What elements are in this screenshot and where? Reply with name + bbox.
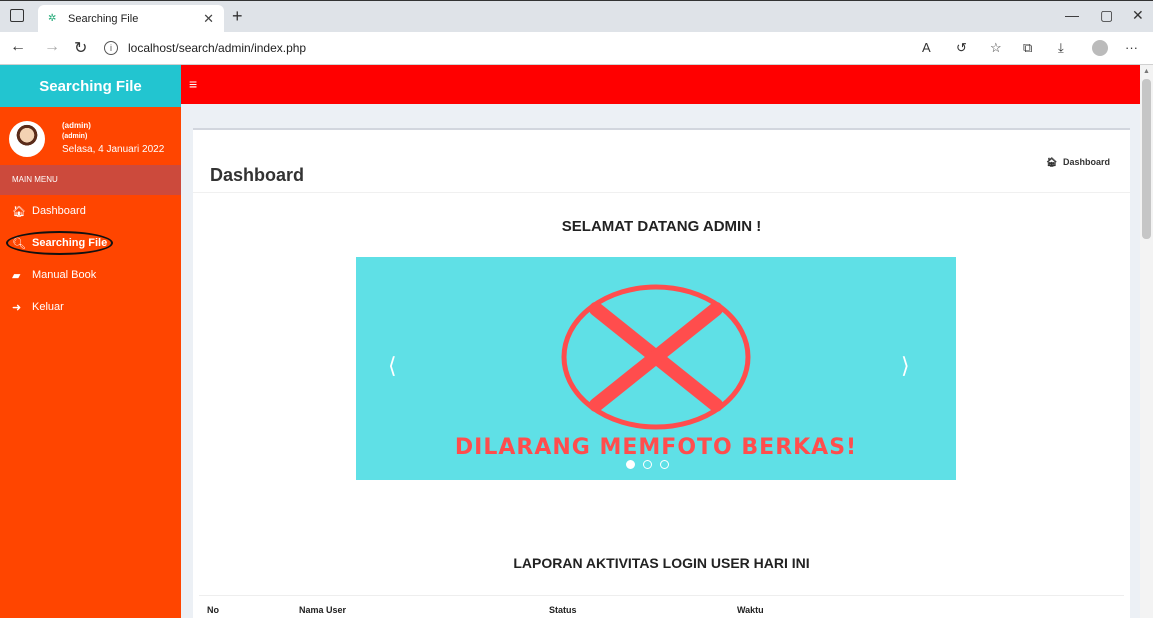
window-icon[interactable] — [10, 9, 24, 22]
user-role: (admin) — [62, 133, 88, 140]
slide-caption: DILARANG MEMFOTO BERKAS! — [454, 435, 858, 460]
info-icon[interactable]: i — [104, 41, 118, 55]
welcome-heading: SELAMAT DATANG ADMIN ! — [561, 218, 762, 235]
collections-icon[interactable]: ⧉ — [1023, 40, 1032, 56]
minimize-icon[interactable]: — — [1065, 7, 1079, 23]
sidebar-item-dashboard[interactable]: 🏠︎ Dashboard — [0, 195, 181, 227]
browser-tab[interactable]: ✲ Searching File ✕ — [38, 5, 224, 33]
brand-logo[interactable]: Searching File — [0, 65, 181, 107]
forward-icon[interactable]: → — [44, 38, 60, 56]
book-icon: ▰ — [12, 269, 21, 282]
carousel-indicators — [626, 460, 669, 469]
sidebar: Searching File (admin) (admin) Selasa, 4… — [0, 65, 181, 618]
read-aloud-icon[interactable]: A — [922, 40, 931, 55]
refresh-circle-icon[interactable]: ↺ — [956, 40, 967, 56]
sidebar-item-manual-book[interactable]: ▰ Manual Book — [0, 259, 181, 291]
new-tab-icon[interactable]: + — [232, 6, 243, 27]
home-icon: 🏠︎ — [12, 205, 26, 218]
home-icon: 🏠︎ — [1046, 157, 1058, 167]
column-header-status[interactable]: Status — [549, 605, 577, 615]
scrollbar-thumb[interactable] — [1142, 79, 1151, 239]
column-header-no[interactable]: No — [207, 605, 219, 615]
sign-out-icon: ➜ — [12, 301, 22, 314]
page-title: Dashboard — [210, 165, 305, 185]
tab-title: Searching File — [68, 13, 139, 25]
dashboard-panel: Dashboard 🏠︎ Dashboard SELAMAT DATANG AD… — [193, 128, 1130, 618]
carousel-prev-icon[interactable]: ⟨ — [388, 353, 397, 379]
url-text: localhost/search/admin/index.php — [128, 41, 307, 55]
favicon-icon: ✲ — [48, 13, 57, 24]
page-scrollbar[interactable]: ▲ — [1140, 65, 1153, 618]
user-panel: (admin) (admin) Selasa, 4 Januari 2022 — [0, 107, 181, 165]
breadcrumb-label: Dashboard — [1062, 157, 1110, 167]
breadcrumb[interactable]: 🏠︎ Dashboard — [1046, 157, 1110, 168]
report-title: LAPORAN AKTIVITAS LOGIN USER HARI INI — [513, 555, 810, 571]
reload-icon[interactable]: ↻ — [74, 38, 87, 58]
highlight-circle — [6, 231, 113, 255]
column-header-nama-user[interactable]: Nama User — [299, 605, 346, 615]
sidebar-item-searching-file[interactable]: 🔍︎ Searching File — [0, 227, 181, 259]
current-date: Selasa, 4 Januari 2022 — [62, 144, 165, 155]
sidebar-item-label: Manual Book — [32, 269, 97, 281]
carousel-dot-1[interactable] — [626, 460, 635, 469]
close-window-icon[interactable]: ✕ — [1132, 7, 1144, 24]
avatar — [9, 121, 45, 157]
back-icon[interactable]: ← — [10, 38, 26, 56]
sidebar-item-label: Keluar — [32, 301, 64, 313]
column-header-waktu[interactable]: Waktu — [737, 605, 764, 615]
url-field[interactable]: i localhost/search/admin/index.php — [104, 37, 934, 59]
browser-tab-bar: ✲ Searching File ✕ + — ▢ ✕ — [0, 0, 1153, 33]
top-navbar: ≡ — [181, 65, 1140, 104]
image-carousel: DILARANG MEMFOTO BERKAS! ⟨ ⟩ — [356, 257, 956, 480]
carousel-dot-3[interactable] — [660, 460, 669, 469]
content-area: Dashboard 🏠︎ Dashboard SELAMAT DATANG AD… — [181, 104, 1140, 618]
close-tab-icon[interactable]: ✕ — [203, 11, 214, 27]
profile-icon[interactable] — [1092, 40, 1108, 56]
address-bar: ← → ↻ i localhost/search/admin/index.php… — [0, 32, 1153, 65]
carousel-next-icon[interactable]: ⟩ — [901, 353, 910, 379]
main-menu-header: MAIN MENU — [0, 165, 181, 195]
user-name: (admin) — [62, 121, 91, 130]
hamburger-menu-icon[interactable]: ≡ — [189, 76, 197, 92]
sidebar-item-keluar[interactable]: ➜ Keluar — [0, 291, 181, 323]
scroll-up-icon[interactable]: ▲ — [1143, 68, 1150, 75]
divider — [193, 192, 1130, 193]
download-icon[interactable]: ⤓ — [1058, 40, 1064, 56]
sidebar-item-label: Dashboard — [32, 205, 86, 217]
carousel-dot-2[interactable] — [643, 460, 652, 469]
more-icon[interactable]: ··· — [1125, 40, 1138, 55]
maximize-icon[interactable]: ▢ — [1100, 7, 1113, 24]
table-header: No Nama User Status Waktu — [199, 595, 1124, 618]
favorites-icon[interactable]: ☆ — [990, 40, 1002, 56]
